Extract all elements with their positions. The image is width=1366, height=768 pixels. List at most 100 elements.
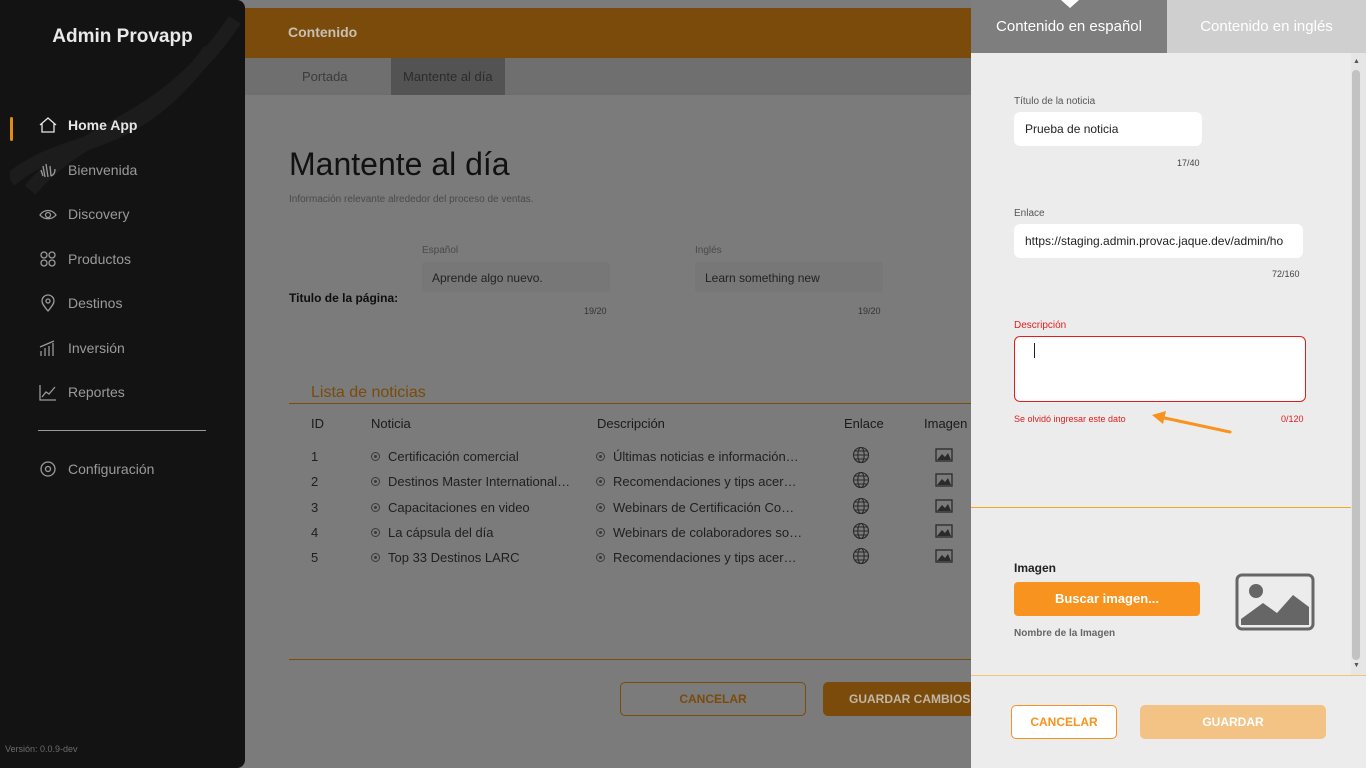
bullet-icon [596, 452, 605, 461]
cancel-changes-button[interactable]: CANCELAR [620, 682, 806, 716]
row-id: 5 [311, 550, 319, 565]
gear-icon [40, 461, 56, 477]
news-title-input[interactable]: Prueba de noticia [1014, 112, 1202, 146]
brand-title: Admin Provapp [52, 26, 193, 47]
es-title-input[interactable]: Aprende algo nuevo. [422, 262, 610, 292]
news-title-counter: 17/40 [1177, 158, 1200, 168]
row-descripcion: Webinars de colaboradores so… [613, 525, 803, 540]
row-noticia: Top 33 Destinos LARC [388, 550, 520, 565]
sidebar-item-destinos[interactable]: Destinos [38, 293, 122, 313]
tab-contenido-ingles[interactable]: Contenido en inglés [1167, 0, 1366, 53]
header-notch [321, 0, 337, 8]
sidebar-item-label: Destinos [68, 295, 123, 311]
en-title-counter: 19/20 [858, 306, 881, 316]
table-row[interactable]: 2 Destinos Master International … Recomend… [311, 471, 971, 494]
header-bar: Contenido [245, 0, 971, 58]
main-bottom-divider [289, 659, 971, 660]
eye-icon [39, 209, 57, 220]
sidebar-item-home-app[interactable]: Home App [38, 115, 137, 135]
globe-icon[interactable] [852, 471, 870, 489]
bullet-icon [371, 452, 380, 461]
grid-icon [40, 251, 56, 267]
cancel-button[interactable]: CANCELAR [1011, 705, 1117, 739]
tab-portada[interactable]: Portada [290, 58, 360, 95]
row-id: 2 [311, 474, 319, 489]
text-caret [1034, 343, 1035, 358]
row-descripcion: Recomendaciones y tips acer… [613, 550, 797, 565]
image-icon[interactable] [935, 471, 953, 489]
bullet-icon [596, 528, 605, 537]
page-title: Mantente al día [289, 146, 510, 182]
image-name-label: Nombre de la Imagen [1014, 628, 1116, 639]
panel-footer-divider [971, 675, 1366, 676]
row-noticia: Destinos Master International … [388, 474, 573, 489]
browse-image-button[interactable]: Buscar imagen... [1014, 582, 1200, 616]
news-list-title: Lista de noticias [311, 384, 426, 401]
es-title-counter: 19/20 [584, 306, 607, 316]
tab-mantente-al-dia[interactable]: Mantente al día [391, 58, 505, 95]
column-header-descripcion: Descripción [597, 416, 665, 431]
news-list-divider [289, 403, 971, 404]
link-counter: 72/160 [1272, 269, 1300, 279]
sidebar-item-inversion[interactable]: Inversión [38, 338, 125, 358]
globe-icon[interactable] [852, 547, 870, 565]
image-icon[interactable] [935, 497, 953, 515]
es-title-label: Español [422, 245, 459, 256]
bullet-icon [371, 553, 380, 562]
row-descripcion: Últimas noticias e información… [613, 449, 799, 464]
panel-section-divider [971, 507, 1351, 508]
page-section-title: Contenido [288, 24, 358, 40]
save-changes-button[interactable]: GUARDAR CAMBIOS [823, 682, 971, 716]
scroll-up-icon[interactable]: ▲ [1353, 58, 1360, 65]
row-id: 1 [311, 449, 319, 464]
sidebar-item-discovery[interactable]: Discovery [38, 204, 129, 224]
tab-label: Contenido en español [996, 18, 1142, 35]
sidebar-item-label: Inversión [68, 340, 125, 356]
image-icon[interactable] [935, 446, 953, 464]
row-descripcion: Recomendaciones y tips acer… [613, 474, 797, 489]
link-label: Enlace [1014, 208, 1045, 219]
tabs-bar: Portada Mantente al día [245, 58, 971, 95]
version-label: Versión: 0.0.9-dev [5, 744, 78, 754]
sidebar-divider [38, 430, 206, 431]
sidebar-item-label: Productos [68, 251, 132, 267]
globe-icon[interactable] [852, 522, 870, 540]
row-noticia: Capacitaciones en video [388, 500, 530, 515]
wave-hand-icon [40, 163, 56, 178]
globe-icon[interactable] [852, 497, 870, 515]
sidebar: Admin Provapp Home App Bienvenida Discov… [0, 0, 245, 768]
sidebar-item-productos[interactable]: Productos [38, 249, 131, 269]
row-noticia: La cápsula del día [388, 525, 494, 540]
description-textarea[interactable] [1014, 336, 1306, 402]
bullet-icon [596, 477, 605, 486]
en-title-label: Inglés [695, 245, 722, 256]
line-chart-icon [39, 385, 56, 401]
tab-notch [1061, 0, 1079, 8]
sidebar-item-reportes[interactable]: Reportes [38, 382, 125, 402]
bullet-icon [371, 528, 380, 537]
en-title-input[interactable]: Learn something new [695, 262, 883, 292]
sidebar-item-configuracion[interactable]: Configuración [38, 459, 154, 479]
panel-scrollbar-thumb[interactable] [1352, 70, 1360, 660]
bar-chart-icon [39, 340, 55, 356]
table-row[interactable]: 5 Top 33 Destinos LARC Recomendaciones y t… [311, 547, 971, 570]
link-input[interactable]: https://staging.admin.provac.jaque.dev/a… [1014, 224, 1303, 258]
table-row[interactable]: 3 Capacitaciones en video Webinars de Cert… [311, 497, 971, 520]
scroll-down-icon[interactable]: ▼ [1353, 662, 1360, 669]
save-button[interactable]: GUARDAR [1140, 705, 1326, 739]
image-label: Imagen [1014, 561, 1057, 575]
row-descripcion: Webinars de Certificación Co… [613, 500, 795, 515]
image-icon[interactable] [935, 522, 953, 540]
sidebar-item-bienvenida[interactable]: Bienvenida [38, 160, 137, 180]
news-title-label: Título de la noticia [1014, 96, 1096, 107]
image-icon[interactable] [935, 547, 953, 565]
table-row[interactable]: 1 Certificación comercial Últimas noticias… [311, 446, 971, 469]
home-icon [39, 117, 57, 133]
sidebar-item-label: Home App [68, 117, 138, 133]
tab-label: Contenido en inglés [1200, 18, 1333, 35]
globe-icon[interactable] [852, 446, 870, 464]
column-header-id: ID [311, 416, 324, 431]
page-subtitle: Información relevante alrededor del proc… [289, 194, 534, 205]
column-header-imagen: Imagen [924, 416, 968, 431]
table-row[interactable]: 4 La cápsula del día Webinars de colaborad… [311, 522, 971, 545]
